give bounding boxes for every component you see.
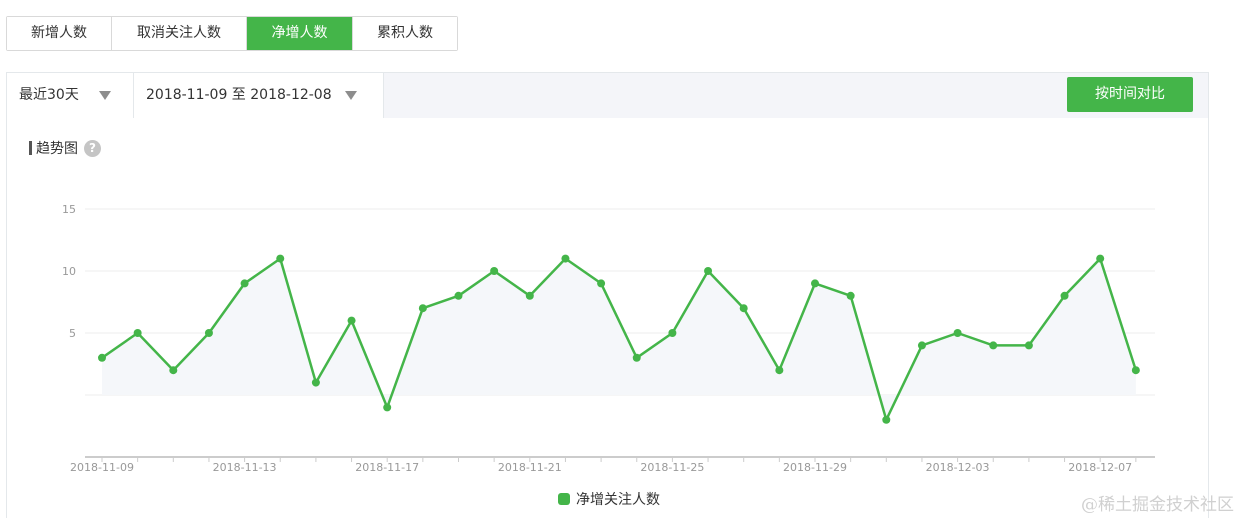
x-tick-label: 2018-12-07 [1068,461,1132,474]
data-point [133,329,142,337]
data-point [1096,254,1105,263]
series-area [102,258,1136,420]
data-point [525,291,534,300]
data-point [953,329,962,337]
x-tick-label: 2018-11-29 [783,461,847,474]
chart-legend[interactable]: 净增关注人数 [558,489,660,509]
data-point [490,267,499,275]
data-point [632,353,641,362]
x-tick-label: 2018-12-03 [926,461,990,474]
data-point [989,341,998,350]
data-point [383,403,392,412]
data-point [561,254,570,263]
data-point [846,291,855,300]
data-point [347,316,356,325]
data-point [1060,291,1069,300]
data-point [775,366,784,375]
data-point [1024,341,1033,350]
data-point [882,415,891,424]
data-point [454,291,463,300]
data-point [668,329,677,337]
data-point [597,279,606,288]
data-point [917,341,926,350]
x-tick-label: 2018-11-09 [70,461,134,474]
watermark: @稀土掘金技术社区 [1081,495,1234,515]
data-point [276,254,285,263]
x-tick-label: 2018-11-17 [355,461,419,474]
x-tick-label: 2018-11-25 [640,461,704,474]
data-point [811,279,819,288]
data-point [98,353,106,362]
data-point [204,329,213,337]
legend-label: 净增关注人数 [576,492,660,508]
y-tick-label: 15 [62,203,76,216]
y-tick-label: 10 [62,265,76,278]
data-point [169,366,178,375]
data-point [418,304,427,313]
y-tick-label: 5 [69,327,76,340]
x-tick-label: 2018-11-21 [498,461,562,474]
data-point [311,378,320,387]
data-point [704,267,713,275]
x-tick-label: 2018-11-13 [213,461,277,474]
data-point [1131,366,1140,375]
data-point [240,279,249,288]
trend-chart: 5 10 15 2018-11-09 2018-11-13 2018-11-17 2018-… [62,203,1155,474]
legend-swatch [558,493,570,505]
data-point [739,304,748,313]
